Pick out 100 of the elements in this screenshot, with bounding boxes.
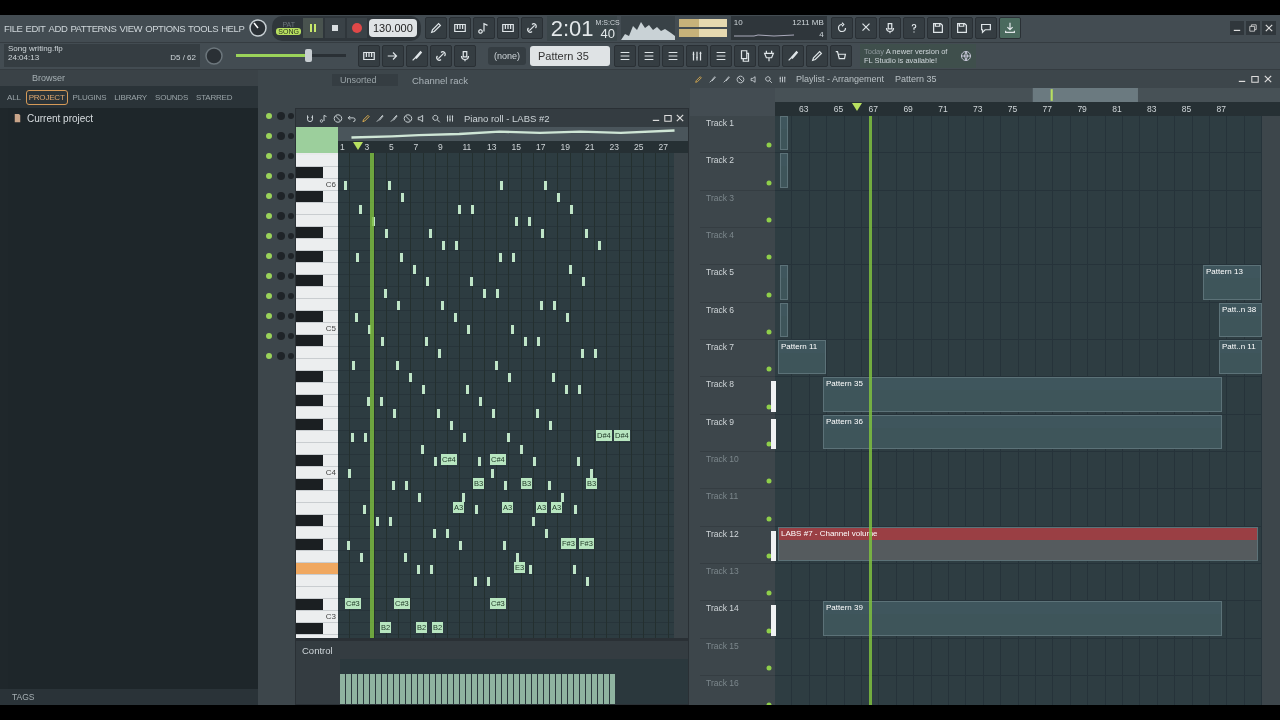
menu-item[interactable]: HELP	[221, 22, 245, 34]
track-lane[interactable]: Patt..n 38	[775, 302, 1262, 340]
channel-dropdown[interactable]: (none)	[488, 46, 526, 65]
track-led-icon[interactable]	[766, 664, 772, 671]
clip[interactable]: Pattern 13	[1203, 265, 1261, 300]
track-header[interactable]: Track 5	[700, 265, 775, 303]
overview-drawing[interactable]	[338, 127, 688, 141]
browser-tab[interactable]: SOUNDS	[152, 89, 192, 105]
track-header[interactable]: Track 8	[700, 377, 775, 415]
toolbar-button[interactable]	[614, 44, 636, 67]
track-led-icon[interactable]	[766, 515, 772, 522]
clip[interactable]	[780, 153, 788, 188]
browser-tab[interactable]: ALL	[4, 89, 24, 105]
piano-key[interactable]: C5	[296, 323, 338, 335]
piano-key[interactable]	[296, 539, 338, 551]
clip[interactable]: Pattern 11	[778, 339, 826, 375]
piano-key[interactable]	[296, 623, 338, 635]
restore-button[interactable]	[1246, 21, 1260, 36]
toolbar-button[interactable]	[496, 17, 519, 40]
maximize-icon[interactable]	[1251, 75, 1259, 83]
close-icon[interactable]	[676, 114, 684, 122]
piano-key[interactable]: C6	[296, 179, 338, 191]
toolbar-button[interactable]	[472, 17, 495, 40]
track-led-icon[interactable]	[766, 440, 772, 447]
track-led-icon[interactable]	[766, 217, 772, 223]
close-button[interactable]	[1262, 21, 1276, 36]
menu-item[interactable]: TOOLS	[188, 22, 219, 34]
toolbar-button[interactable]	[358, 44, 380, 67]
maximize-icon[interactable]	[664, 114, 672, 122]
slider-thumb[interactable]	[304, 49, 312, 63]
browser-tab[interactable]: STARRED	[193, 89, 236, 105]
track-lane[interactable]: Pattern 13	[775, 265, 1262, 303]
close-icon[interactable]	[1264, 75, 1272, 83]
piano-key[interactable]	[296, 167, 338, 179]
toolbar-button[interactable]	[854, 17, 877, 40]
toolbar-button[interactable]	[830, 44, 852, 67]
track-led-icon[interactable]	[766, 403, 772, 410]
minimize-button[interactable]	[1230, 21, 1244, 36]
toolbar-button[interactable]	[406, 44, 428, 67]
piano-key[interactable]	[296, 419, 338, 431]
track-led-icon[interactable]	[766, 552, 772, 559]
piano-key[interactable]	[296, 395, 338, 407]
clip[interactable]: Pattern 39	[823, 601, 1222, 636]
toolbar-button[interactable]	[926, 17, 949, 40]
piano-key[interactable]	[296, 599, 338, 611]
clip[interactable]: Pattern 35	[823, 377, 1222, 412]
menu-item[interactable]: OPTIONS	[145, 22, 186, 34]
piano-key[interactable]	[296, 455, 338, 467]
piano-key[interactable]	[296, 191, 338, 203]
menu-item[interactable]: EDIT	[25, 22, 46, 34]
menu-item[interactable]: ADD	[48, 22, 68, 34]
toolbar-button[interactable]	[382, 44, 404, 67]
master-volume-slider[interactable]	[236, 49, 346, 63]
browser-item[interactable]: Current project	[8, 112, 258, 124]
toolbar-button[interactable]	[950, 17, 973, 40]
piano-key[interactable]	[296, 479, 338, 491]
toolbar-button[interactable]	[430, 44, 452, 67]
browser-tab[interactable]: PLUGINS	[69, 89, 110, 105]
clip[interactable]	[780, 302, 788, 337]
piano-key[interactable]	[296, 311, 338, 323]
timeline-ruler[interactable]: 63 65 67 69 71 73 75 77 79 81 83 85 87	[775, 102, 1280, 116]
piano-key[interactable]	[296, 371, 338, 383]
piano-key[interactable]: C4	[296, 467, 338, 479]
piano-key[interactable]	[296, 227, 338, 239]
piano-key[interactable]	[296, 515, 338, 527]
browser-tab[interactable]: LIBRARY	[111, 89, 150, 105]
toolbar-button[interactable]	[686, 44, 708, 67]
stop-button[interactable]	[325, 18, 345, 39]
toolbar-button[interactable]	[448, 17, 471, 40]
track-header[interactable]: Track 2	[700, 153, 775, 191]
toolbar-button[interactable]	[878, 17, 901, 40]
timeline-ruler[interactable]: 1 3 5 7 9 11 13 15 17 19 21 23 25 27	[338, 141, 688, 153]
track-led-icon[interactable]	[766, 291, 772, 298]
playlist-pattern[interactable]: Pattern 35	[895, 74, 937, 84]
browser-tab[interactable]: PROJECT	[25, 89, 68, 105]
toolbar-button[interactable]	[806, 44, 828, 67]
pause-button[interactable]	[303, 18, 323, 39]
menu-item[interactable]: PATTERNS	[70, 22, 117, 34]
pattern-selector[interactable]: Pattern 35	[530, 45, 610, 66]
piano-key[interactable]	[296, 251, 338, 263]
clip[interactable]	[780, 116, 788, 151]
tempo-field[interactable]: 130.000	[369, 19, 417, 38]
clip[interactable]: Patt..n 11	[1219, 339, 1262, 375]
filter-dropdown[interactable]: Unsorted	[332, 74, 398, 86]
track-header[interactable]: Track 1	[700, 116, 775, 154]
toolbar-button[interactable]	[974, 17, 997, 40]
toolbar-button[interactable]	[830, 17, 853, 40]
track-led-icon[interactable]	[766, 478, 772, 485]
toolbar-button[interactable]	[638, 44, 660, 67]
track-led-icon[interactable]	[766, 254, 772, 261]
track-led-icon[interactable]	[766, 366, 772, 373]
track-lane[interactable]: Pattern 11 Patt..n 11	[775, 339, 1262, 378]
toolbar-button[interactable]	[710, 44, 732, 67]
toolbar-button[interactable]	[662, 44, 684, 67]
piano-key[interactable]	[296, 275, 338, 287]
menu-item[interactable]: VIEW	[119, 22, 143, 34]
menu-item[interactable]: FILE	[4, 22, 23, 34]
clip[interactable]: Patt..n 38	[1219, 302, 1262, 337]
control-label[interactable]: Control	[302, 644, 333, 656]
piano-key[interactable]	[296, 335, 338, 347]
